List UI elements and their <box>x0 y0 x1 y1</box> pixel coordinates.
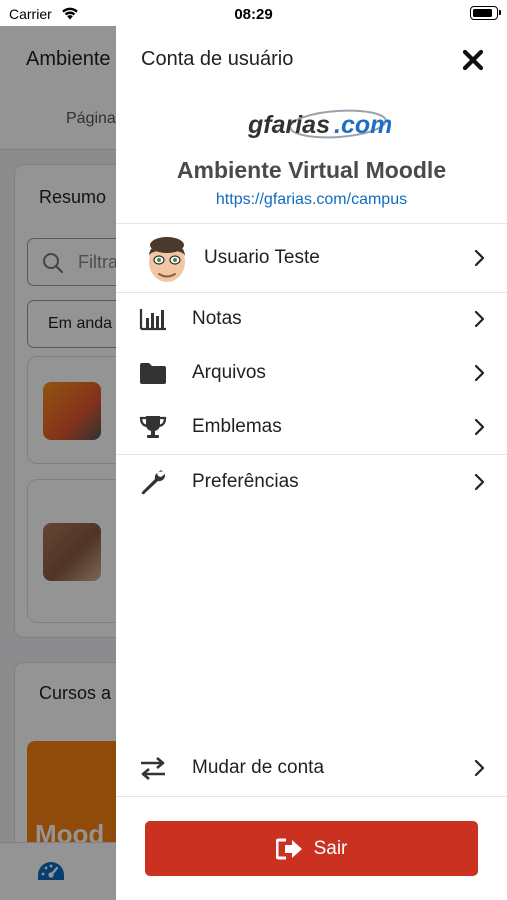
chevron-right-icon <box>474 249 485 267</box>
menu-item-preferencias[interactable]: Preferências <box>116 456 507 508</box>
switch-account-label: Mudar de conta <box>192 757 325 778</box>
menu-item-label: Emblemas <box>192 416 282 437</box>
trophy-icon <box>139 416 167 438</box>
swap-arrows-icon <box>141 757 165 780</box>
battery-level <box>473 9 492 17</box>
user-account-drawer: Conta de usuário gfarias .com Ambiente V… <box>116 26 507 900</box>
menu-item-label: Arquivos <box>192 362 266 383</box>
folder-icon <box>140 363 166 384</box>
site-name: Ambiente Virtual Moodle <box>176 157 447 183</box>
clock: 08:29 <box>234 6 273 23</box>
wrench-icon <box>141 470 166 495</box>
menu-item-label: Notas <box>192 308 242 329</box>
user-profile-row[interactable]: Usuario Teste <box>116 226 507 290</box>
sign-out-icon <box>275 838 302 859</box>
menu-item-emblemas[interactable]: Emblemas <box>116 401 507 453</box>
chevron-right-icon <box>474 759 485 777</box>
divider <box>116 796 507 797</box>
menu-item-arquivos[interactable]: Arquivos <box>116 347 507 399</box>
divider <box>116 454 507 455</box>
switch-account-row[interactable]: Mudar de conta <box>116 742 507 794</box>
site-url-link[interactable]: https://gfarias.com/campus <box>116 191 507 209</box>
drawer-title: Conta de usuário <box>141 48 294 70</box>
chevron-right-icon <box>474 364 485 382</box>
logout-label: Sair <box>313 837 348 859</box>
chevron-right-icon <box>474 418 485 436</box>
status-bar: Carrier 08:29 <box>0 0 507 26</box>
chevron-right-icon <box>474 473 485 491</box>
battery-icon <box>470 6 501 20</box>
logout-button[interactable]: Sair <box>145 821 478 876</box>
site-logo: gfarias .com <box>246 104 392 144</box>
menu-item-label: Preferências <box>192 471 299 492</box>
user-avatar <box>143 230 191 286</box>
divider <box>116 223 507 224</box>
svg-text:.com: .com <box>334 111 391 139</box>
menu-item-notas[interactable]: Notas <box>116 293 507 345</box>
svg-text:gfarias: gfarias <box>247 111 330 139</box>
close-icon <box>462 49 484 71</box>
chart-bar-icon <box>139 309 166 331</box>
logout-button-content: Sair <box>145 821 478 876</box>
chevron-right-icon <box>474 310 485 328</box>
user-name: Usuario Teste <box>204 247 320 268</box>
close-button[interactable] <box>459 46 487 74</box>
